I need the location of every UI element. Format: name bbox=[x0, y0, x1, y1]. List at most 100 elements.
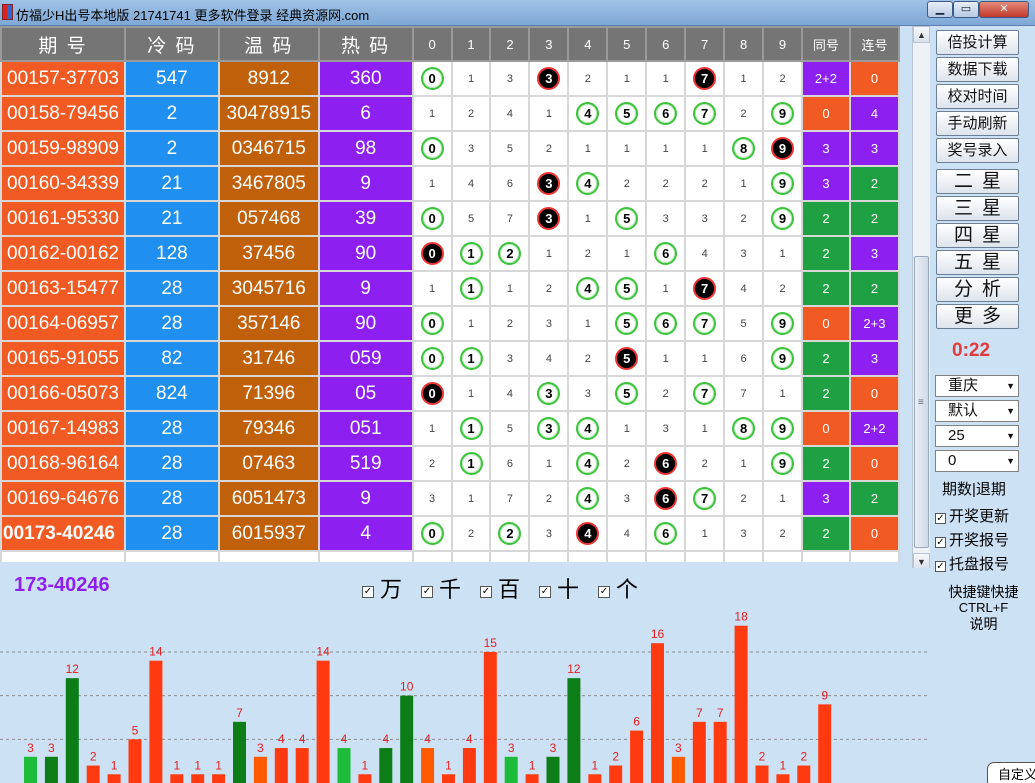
digit-cell: 6 bbox=[645, 445, 687, 482]
digit-cell: 9 bbox=[762, 200, 803, 237]
green-ball-icon: 5 bbox=[615, 382, 639, 405]
consecutive-cell: 3 bbox=[848, 340, 900, 377]
digit-cell: 1 bbox=[450, 270, 492, 307]
two-star-button[interactable]: 二星 bbox=[936, 169, 1019, 194]
column-header[interactable]: 9 bbox=[762, 26, 803, 62]
sync-time-button[interactable]: 校对时间 bbox=[936, 84, 1019, 109]
table-row[interactable]: 00160-34339 21 3467805 9 1 4 6 3 4 2 2 2 1 9 3 2 bbox=[0, 165, 900, 202]
bar-value-label: 2 bbox=[759, 750, 766, 764]
table-row[interactable]: 00166-05073 824 71396 05 0 1 4 3 3 5 2 7 7 1 2 0 bbox=[0, 375, 900, 412]
column-header[interactable]: 同号 bbox=[800, 26, 851, 62]
bet-calc-button[interactable]: 倍投计算 bbox=[936, 30, 1019, 55]
table-row[interactable]: 00162-00162 128 37456 90 0 1 2 1 2 1 6 4 3 1 2 3 bbox=[0, 235, 900, 272]
warm-code-cell: 6051473 bbox=[217, 480, 320, 517]
same-number-cell: 2 bbox=[800, 235, 851, 272]
back-period-select[interactable]: 0 bbox=[935, 450, 1019, 472]
mode-select[interactable]: 默认 bbox=[935, 400, 1019, 422]
chart-bar bbox=[149, 660, 163, 783]
column-header[interactable]: 热 码 bbox=[317, 26, 414, 62]
vertical-scrollbar[interactable]: ▲ ≡ ▼ bbox=[912, 26, 930, 570]
custom-button[interactable]: 自定义 bbox=[987, 762, 1035, 783]
auto-update-checkbox[interactable]: ✓ 开奖更新 bbox=[935, 505, 1009, 526]
same-number-cell: 2 bbox=[800, 445, 851, 482]
period-count-select[interactable]: 25 bbox=[935, 425, 1019, 447]
column-header[interactable]: 3 bbox=[528, 26, 570, 62]
cold-code-cell: 28 bbox=[123, 445, 220, 482]
digit-cell: 3 bbox=[606, 480, 648, 517]
table-row[interactable]: 00165-91055 82 31746 059 0 1 3 4 2 5 1 1 6 9 2 3 bbox=[0, 340, 900, 377]
manual-refresh-button[interactable]: 手动刷新 bbox=[936, 111, 1019, 136]
digit-cell: 5 bbox=[606, 305, 648, 342]
column-header[interactable]: 6 bbox=[645, 26, 687, 62]
bar-value-label: 4 bbox=[382, 732, 389, 746]
column-header[interactable]: 连号 bbox=[848, 26, 900, 62]
digit-cell: 3 bbox=[723, 515, 765, 552]
column-header[interactable]: 0 bbox=[411, 26, 453, 62]
more-button[interactable]: 更多 bbox=[936, 304, 1019, 329]
cold-code-cell: 2 bbox=[123, 130, 220, 167]
table-row[interactable]: 00167-14983 28 79346 051 1 1 5 3 4 1 3 1 8 9 0 2+2 bbox=[0, 410, 900, 447]
column-header[interactable]: 7 bbox=[684, 26, 726, 62]
column-header[interactable]: 2 bbox=[489, 26, 531, 62]
cold-code-cell: 28 bbox=[123, 480, 220, 517]
checkbox-check-icon[interactable]: ✓ bbox=[935, 561, 946, 572]
digit-cell: 4 bbox=[567, 95, 609, 132]
digit-cell: 9 bbox=[762, 95, 803, 132]
scroll-thumb[interactable]: ≡ bbox=[914, 256, 929, 548]
digit-cell: 5 bbox=[723, 305, 765, 342]
table-row[interactable]: 00158-79456 2 30478915 6 1 2 4 1 4 5 6 7 2 9 0 4 bbox=[0, 95, 900, 132]
close-button[interactable]: ✕ bbox=[979, 1, 1029, 18]
column-header[interactable]: 温 码 bbox=[217, 26, 320, 62]
checkbox-check-icon[interactable]: ✓ bbox=[935, 513, 946, 524]
table-row[interactable]: 00169-64676 28 6051473 9 3 1 7 2 4 3 6 7 2 1 3 2 bbox=[0, 480, 900, 517]
bar-value-label: 3 bbox=[257, 741, 264, 755]
green-ball-icon: 2 bbox=[498, 522, 522, 545]
green-ball-icon: 4 bbox=[576, 417, 600, 440]
minimize-button[interactable]: ▁ bbox=[927, 1, 953, 18]
digit-cell: 4 bbox=[528, 340, 570, 377]
table-body: 00157-37703 547 8912 360 0 1 3 3 2 1 1 7 1 2 2+2 0 00158… bbox=[0, 60, 900, 562]
bar-value-label: 7 bbox=[236, 706, 243, 720]
results-table: 期 号冷 码温 码热 码 0 1 2 3 4 5 6 7 8 9 同号 连号 00157-37703 54… bbox=[0, 26, 900, 562]
column-header[interactable]: 期 号 bbox=[0, 26, 126, 62]
table-row[interactable]: 00159-98909 2 0346715 98 0 3 5 2 1 1 1 1 8 9 3 3 bbox=[0, 130, 900, 167]
hot-code-cell: 90 bbox=[317, 235, 414, 272]
three-star-button[interactable]: 三星 bbox=[936, 196, 1019, 221]
enter-number-button[interactable]: 奖号录入 bbox=[936, 138, 1019, 163]
four-star-button[interactable]: 四星 bbox=[936, 223, 1019, 248]
digit-cell: 3 bbox=[723, 235, 765, 272]
tray-announce-checkbox[interactable]: ✓ 托盘报号 bbox=[935, 553, 1009, 574]
region-select[interactable]: 重庆 bbox=[935, 375, 1019, 397]
column-header[interactable]: 冷 码 bbox=[123, 26, 220, 62]
table-row[interactable]: 00164-06957 28 357146 90 0 1 2 3 1 5 6 7 5 9 0 2+3 bbox=[0, 305, 900, 342]
black-ball-icon: 5 bbox=[615, 347, 639, 370]
data-download-button[interactable]: 数据下载 bbox=[936, 57, 1019, 82]
hot-code-cell: 98 bbox=[317, 130, 414, 167]
green-ball-icon: 6 bbox=[654, 522, 678, 545]
issue-cell: 00163-15477 bbox=[0, 270, 126, 307]
table-row[interactable]: 00157-37703 547 8912 360 0 1 3 3 2 1 1 7 1 2 2+2 0 bbox=[0, 60, 900, 97]
table-row[interactable]: 00161-95330 21 057468 39 0 5 7 3 1 5 3 3 2 9 2 2 bbox=[0, 200, 900, 237]
maximize-button[interactable]: ▭ bbox=[953, 1, 979, 18]
column-header[interactable]: 1 bbox=[450, 26, 492, 62]
scroll-up-arrow-icon[interactable]: ▲ bbox=[913, 26, 930, 43]
table-row[interactable]: 00173-40246 28 6015937 4 0 2 2 3 4 4 6 1 3 2 2 0 bbox=[0, 515, 900, 552]
analysis-button[interactable]: 分析 bbox=[936, 277, 1019, 302]
black-ball-icon: 0 bbox=[420, 242, 444, 265]
column-header[interactable]: 5 bbox=[606, 26, 648, 62]
chart-bar bbox=[442, 774, 455, 783]
issue-cell: 00164-06957 bbox=[0, 305, 126, 342]
column-header[interactable]: 4 bbox=[567, 26, 609, 62]
hot-code-cell: 360 bbox=[317, 60, 414, 97]
column-header[interactable]: 8 bbox=[723, 26, 765, 62]
five-star-button[interactable]: 五星 bbox=[936, 250, 1019, 275]
bar-value-label: 1 bbox=[591, 758, 598, 772]
digit-cell: 2 bbox=[723, 95, 765, 132]
announce-checkbox[interactable]: ✓ 开奖报号 bbox=[935, 529, 1009, 550]
black-ball-icon: 6 bbox=[654, 452, 678, 475]
issue-cell: 00169-64676 bbox=[0, 480, 126, 517]
table-row[interactable]: 00163-15477 28 3045716 9 1 1 1 2 4 5 1 7 4 2 2 2 bbox=[0, 270, 900, 307]
table-row[interactable]: 00168-96164 28 07463 519 2 1 6 1 4 2 6 2 1 9 2 0 bbox=[0, 445, 900, 482]
checkbox-check-icon[interactable]: ✓ bbox=[935, 537, 946, 548]
chart-bar bbox=[630, 730, 644, 783]
